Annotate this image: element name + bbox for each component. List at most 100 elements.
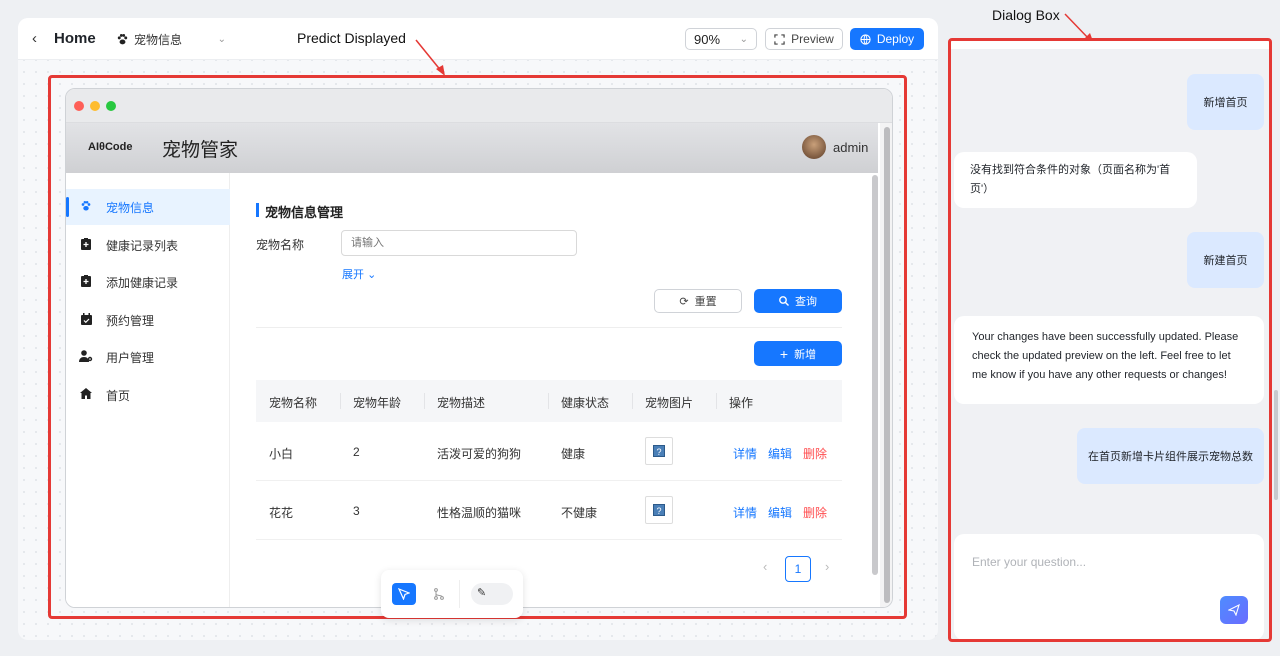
avatar[interactable]	[802, 135, 826, 159]
sidebar: 宠物信息 健康记录列表 添加健康记录 预约管理 用户管理 首页	[66, 173, 230, 607]
sidebar-item-home[interactable]: 首页	[66, 377, 230, 413]
edit-link[interactable]: 编辑	[768, 504, 792, 521]
branch-tool-button[interactable]	[428, 583, 450, 605]
cell-desc: 性格温顺的猫咪	[437, 506, 522, 520]
plus-icon: +	[779, 345, 789, 362]
prev-page-icon[interactable]: ‹	[763, 559, 767, 574]
table-row[interactable]: 小白 2 活泼可爱的狗狗 健康 ? 详情 编辑 删除	[256, 422, 842, 481]
table-header: 宠物名称 宠物年龄 宠物描述 健康状态 宠物图片 操作	[256, 380, 842, 422]
expand-toggle[interactable]: 展开 ⌄	[342, 266, 376, 282]
pet-image-thumbnail[interactable]: ?	[645, 437, 673, 465]
page-selector[interactable]: 宠物信息 ⌄	[116, 30, 226, 48]
chat-message-bot: 没有找到符合条件的对象（页面名称为'首页'）	[954, 152, 1197, 208]
cursor-icon	[398, 588, 410, 600]
dialog-top-strip	[951, 41, 1269, 49]
column-header: 健康状态	[561, 396, 610, 410]
sidebar-item-health-records[interactable]: 健康记录列表	[66, 227, 230, 263]
clipboard-icon	[66, 237, 106, 253]
column-header: 操作	[729, 396, 754, 410]
chat-message-user: 新增首页	[1187, 74, 1264, 130]
send-button[interactable]	[1220, 596, 1248, 624]
reset-label: 重置	[694, 296, 717, 308]
sidebar-item-add-health-record[interactable]: 添加健康记录	[66, 264, 230, 300]
sidebar-item-label: 首页	[106, 388, 131, 403]
user-gear-icon	[66, 349, 106, 365]
chevron-down-icon: ⌄	[367, 269, 377, 281]
pet-name-input[interactable]	[341, 230, 577, 256]
chat-message-user: 在首页新增卡片组件展示宠物总数	[1077, 428, 1264, 484]
detail-link[interactable]: 详情	[733, 504, 757, 521]
calendar-icon	[66, 312, 106, 328]
sidebar-item-users[interactable]: 用户管理	[66, 339, 230, 375]
floating-edit-toolbar: ✎	[381, 570, 523, 618]
next-page-icon[interactable]: ›	[825, 559, 829, 574]
page-selector-label: 宠物信息	[134, 32, 183, 47]
delete-link[interactable]: 删除	[803, 445, 827, 462]
reset-button[interactable]: ⟳ 重置	[654, 289, 742, 313]
zoom-value: 90%	[694, 31, 721, 47]
back-chevron-icon[interactable]: ‹	[32, 30, 37, 47]
app-header: AIθCode 宠物管家 admin	[66, 123, 878, 173]
expand-icon	[774, 33, 785, 45]
sidebar-item-pet-info[interactable]: 宠物信息	[66, 189, 230, 225]
chat-input-placeholder: Enter your question...	[972, 555, 1087, 569]
cell-age: 2	[353, 445, 360, 459]
refresh-icon: ⟳	[679, 295, 689, 308]
predict-displayed-label: Predict Displayed	[297, 30, 406, 46]
cell-desc: 活泼可爱的狗狗	[437, 447, 522, 461]
add-label: 新增	[794, 348, 817, 361]
column-header: 宠物年龄	[353, 396, 402, 410]
sidebar-item-label: 健康记录列表	[106, 238, 179, 253]
arrow-icon	[415, 39, 445, 76]
inner-scrollbar[interactable]	[872, 175, 878, 575]
column-header: 宠物描述	[437, 396, 486, 410]
query-label: 查询	[795, 296, 817, 308]
chat-input-box[interactable]: Enter your question...	[954, 534, 1264, 639]
deploy-label: Deploy	[876, 32, 915, 46]
paw-icon	[66, 200, 106, 215]
main-content: 宠物信息管理 宠物名称 展开 ⌄ ⟳ 重置 查询 + 新增 宠物名称 宠物年龄 …	[231, 173, 871, 607]
sidebar-item-label: 预约管理	[106, 313, 155, 328]
chevron-down-icon: ⌄	[739, 33, 748, 45]
user-name[interactable]: admin	[833, 140, 868, 155]
table-row[interactable]: 花花 3 性格温顺的猫咪 不健康 ? 详情 编辑 删除	[256, 481, 842, 540]
top-toolbar: ‹ Home 宠物信息 ⌄ 90% ⌄ Preview Deploy	[18, 18, 938, 60]
cell-health: 不健康	[561, 506, 598, 520]
select-tool-button[interactable]	[392, 583, 416, 605]
right-scrollbar[interactable]	[1274, 390, 1278, 500]
dialog-box-label: Dialog Box	[992, 7, 1060, 23]
filter-label: 宠物名称	[256, 238, 305, 252]
window-titlebar	[66, 89, 892, 123]
query-button[interactable]: 查询	[754, 289, 842, 313]
minimize-dot[interactable]	[90, 101, 100, 111]
chat-message-bot: Your changes have been successfully upda…	[954, 316, 1264, 404]
delete-link[interactable]: 删除	[803, 504, 827, 521]
divider	[256, 327, 842, 328]
sidebar-item-label: 宠物信息	[106, 200, 155, 215]
home-icon	[66, 388, 106, 402]
pet-image-thumbnail[interactable]: ?	[645, 496, 673, 524]
close-dot[interactable]	[74, 101, 84, 111]
paw-icon	[117, 33, 128, 44]
edit-toggle[interactable]: ✎	[471, 583, 513, 605]
sidebar-item-label: 添加健康记录	[106, 275, 179, 290]
maximize-dot[interactable]	[106, 101, 116, 111]
back-home-link[interactable]: Home	[54, 30, 96, 47]
column-header: 宠物图片	[645, 396, 694, 410]
section-title-bar	[256, 203, 259, 217]
globe-icon	[860, 33, 871, 45]
deploy-button[interactable]: Deploy	[850, 28, 924, 50]
detail-link[interactable]: 详情	[733, 445, 757, 462]
scrollbar[interactable]	[880, 123, 892, 607]
edit-link[interactable]: 编辑	[768, 445, 792, 462]
chevron-down-icon: ⌄	[217, 33, 226, 45]
zoom-select[interactable]: 90% ⌄	[685, 28, 757, 50]
search-icon	[779, 296, 789, 306]
pencil-icon: ✎	[477, 587, 487, 599]
preview-button[interactable]: Preview	[765, 28, 843, 50]
add-button[interactable]: + 新增	[754, 341, 842, 366]
sidebar-item-appointments[interactable]: 预约管理	[66, 302, 230, 338]
cell-name: 小白	[269, 447, 294, 461]
page-number[interactable]: 1	[785, 556, 811, 582]
send-icon	[1228, 604, 1240, 616]
